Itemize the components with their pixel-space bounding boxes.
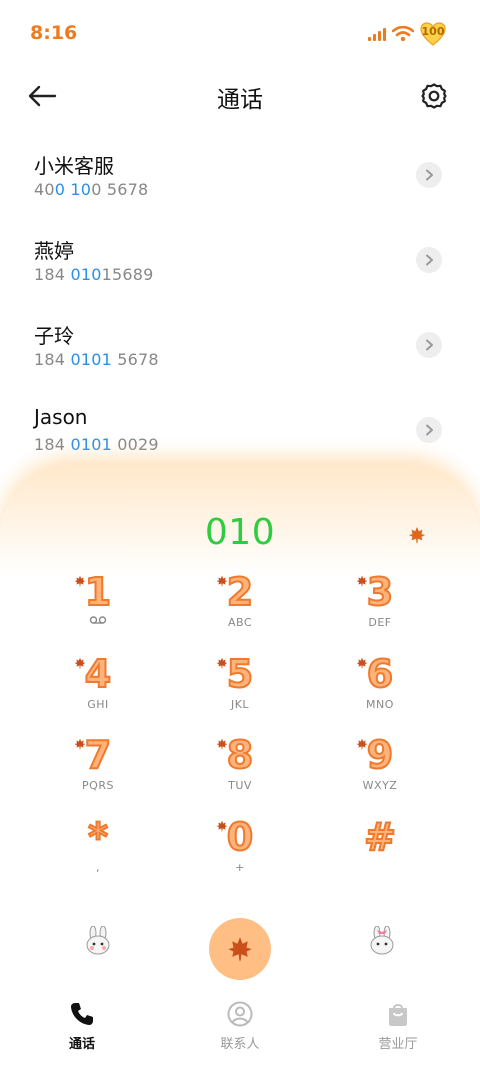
contact-number: 184 01015689 xyxy=(34,265,154,284)
maple-leaf-icon xyxy=(356,572,368,591)
nav-item-calls[interactable]: 通话 xyxy=(32,1001,132,1052)
header: 通话 xyxy=(0,68,480,124)
key-7[interactable]: 7 PQRS xyxy=(38,732,158,811)
contact-detail-button[interactable] xyxy=(416,332,442,358)
maple-leaf-icon xyxy=(356,654,368,673)
key-digit: 9 xyxy=(366,732,394,778)
chevron-right-icon xyxy=(426,254,433,266)
key-star[interactable]: *, xyxy=(38,814,158,893)
maple-leaf-icon xyxy=(216,817,228,836)
nav-label: 营业厅 xyxy=(378,1037,418,1052)
bunny-icon xyxy=(86,925,110,955)
maple-leaf-icon xyxy=(228,937,252,961)
contact-row[interactable]: 小米客服 400 100 5678 xyxy=(0,130,480,215)
call-button[interactable] xyxy=(209,918,271,980)
key-8[interactable]: 8 TUV xyxy=(180,732,300,811)
key-4[interactable]: 4 GHI xyxy=(38,651,158,730)
chevron-right-icon xyxy=(426,169,433,181)
key-3[interactable]: 3 DEF xyxy=(320,569,440,648)
maple-leaf-icon xyxy=(216,654,228,673)
key-digit: 1 xyxy=(84,569,112,615)
nav-label: 通话 xyxy=(68,1037,95,1052)
key-digit: 6 xyxy=(366,651,394,697)
key-letters: ABC xyxy=(227,616,253,629)
key-letters: MNO xyxy=(366,698,394,711)
status-icons: 100 xyxy=(368,22,446,46)
wifi-icon xyxy=(392,26,414,42)
settings-button[interactable] xyxy=(416,78,452,114)
contact-number: 184 0101 5678 xyxy=(34,350,159,369)
key-6[interactable]: 6 MNO xyxy=(320,651,440,730)
maple-leaf-icon xyxy=(356,735,368,754)
bunny-icon xyxy=(370,925,394,955)
status-bar: 8:16 100 xyxy=(0,0,480,68)
key-letters xyxy=(89,616,107,629)
contact-detail-button[interactable] xyxy=(416,162,442,188)
signal-icon xyxy=(368,27,386,41)
key-letters: + xyxy=(235,861,245,874)
nav-item-contacts[interactable]: 联系人 xyxy=(190,1001,290,1052)
contact-detail-button[interactable] xyxy=(416,247,442,273)
contact-name: Jason xyxy=(34,405,88,429)
contact-name: 子玲 xyxy=(34,324,74,348)
key-digit: 3 xyxy=(366,569,394,615)
key-letters: PQRS xyxy=(82,779,114,792)
key-1[interactable]: 1 xyxy=(38,569,158,648)
key-digit: 5 xyxy=(226,651,254,697)
contact-name: 燕婷 xyxy=(34,239,74,263)
maple-leaf-icon xyxy=(74,572,86,591)
gear-icon xyxy=(421,83,447,109)
key-2[interactable]: 2 ABC xyxy=(180,569,300,648)
contact-detail-button[interactable] xyxy=(416,417,442,443)
battery-level: 100 xyxy=(421,25,445,38)
key-digit: 7 xyxy=(84,732,112,778)
chevron-right-icon xyxy=(426,339,433,351)
key-digit: # xyxy=(363,814,397,860)
key-digit: 4 xyxy=(84,651,112,697)
key-digit: 2 xyxy=(226,569,254,615)
chevron-right-icon xyxy=(426,424,433,436)
recent-calls-list: 小米客服 400 100 5678 燕婷 184 01015689 子玲 184… xyxy=(0,130,480,470)
key-letters: WXYZ xyxy=(362,779,398,792)
phone-icon xyxy=(71,1003,93,1025)
key-letters: JKL xyxy=(230,698,250,711)
person-icon xyxy=(227,1001,253,1027)
key-0[interactable]: 0 + xyxy=(180,814,300,893)
page-title: 通话 xyxy=(217,87,263,113)
key-digit: * xyxy=(87,814,109,860)
key-digit: 0 xyxy=(226,814,254,860)
key-letters: TUV xyxy=(228,779,252,792)
status-time: 8:16 xyxy=(30,22,78,44)
nav-label: 联系人 xyxy=(220,1037,260,1052)
key-letters: DEF xyxy=(368,616,392,629)
maple-leaf-icon[interactable] xyxy=(408,526,426,548)
shopping-bag-icon xyxy=(389,1004,407,1026)
contact-row[interactable]: 燕婷 184 01015689 xyxy=(0,215,480,300)
key-5[interactable]: 5 JKL xyxy=(180,651,300,730)
bunny-sticker-button[interactable] xyxy=(84,925,112,960)
maple-leaf-icon xyxy=(216,735,228,754)
nav-item-store[interactable]: 营业厅 xyxy=(348,1001,448,1052)
dial-pad-panel: 010 1 2 ABC 3 DEF 4 GHI 5 JKL 6 MNO 7 PQRS 8 TUV 9 WXYZ *… xyxy=(0,466,480,991)
key-letters: , xyxy=(96,861,100,874)
bottom-nav: 通话 联系人 营业厅 xyxy=(0,991,480,1067)
dialer-actions xyxy=(0,918,480,980)
maple-leaf-icon xyxy=(74,654,86,673)
battery-icon: 100 xyxy=(420,22,446,46)
contact-name: 小米客服 xyxy=(34,154,114,178)
contact-number: 184 0101 0029 xyxy=(34,435,159,454)
maple-leaf-icon xyxy=(216,572,228,591)
contact-number: 400 100 5678 xyxy=(34,180,149,199)
voicemail-icon xyxy=(89,616,107,624)
maple-leaf-icon xyxy=(74,735,86,754)
contact-row[interactable]: 子玲 184 0101 5678 xyxy=(0,300,480,385)
key-letters: GHI xyxy=(87,698,109,711)
key-digit: 8 xyxy=(226,732,254,778)
key-9[interactable]: 9 WXYZ xyxy=(320,732,440,811)
contact-row[interactable]: Jason 184 0101 0029 xyxy=(0,385,480,470)
key-hash[interactable]: # xyxy=(320,814,440,893)
bunny-sticker-button[interactable] xyxy=(368,925,396,960)
